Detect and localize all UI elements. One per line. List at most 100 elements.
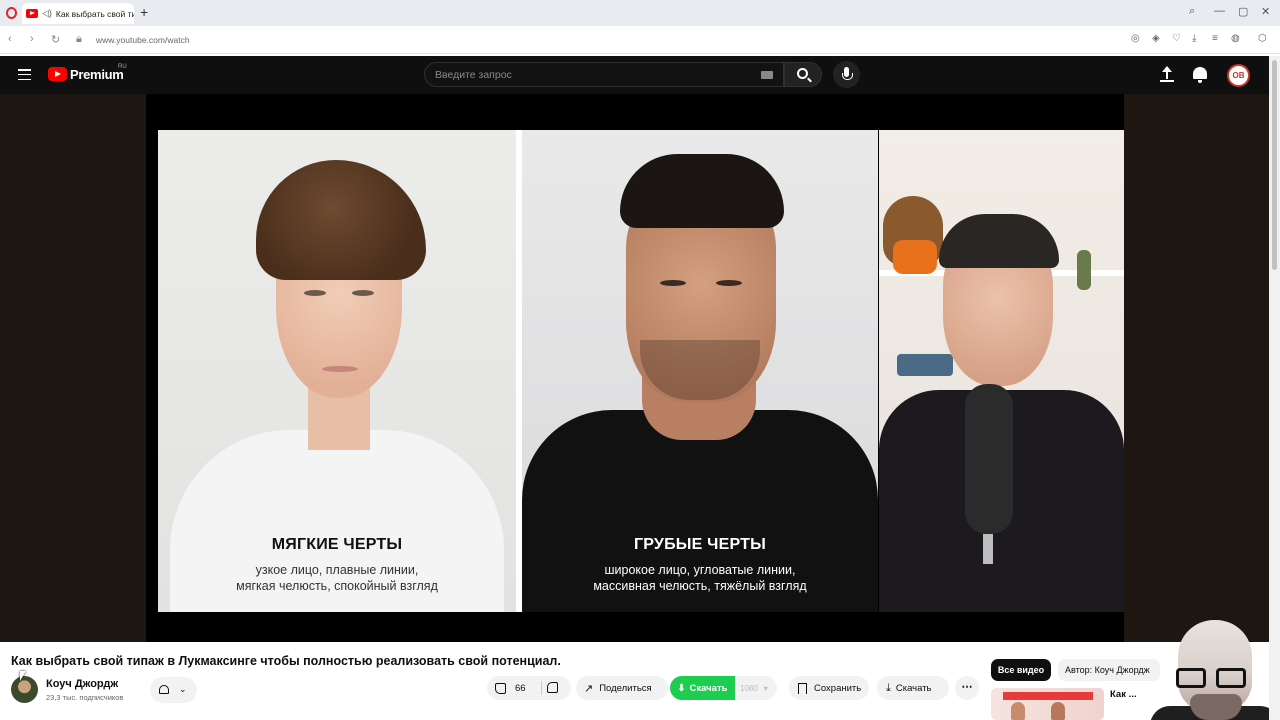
screen: ◁) Как выбрать свой ти + ⌕ — ▢ ✕ ‹ › ↻ 🔒… [0, 0, 1280, 720]
url-field[interactable]: www.youtube.com/watch [96, 35, 190, 45]
thumb-banner [1003, 692, 1093, 700]
youtube-logo-icon[interactable] [48, 67, 67, 81]
youtube-header: Premium RU Введите запрос OB [0, 56, 1269, 94]
right-eye [716, 280, 742, 286]
tab-title: Как выбрать свой ти [55, 8, 134, 19]
thumb-face [1051, 702, 1065, 720]
minimize-icon[interactable]: — [1214, 5, 1225, 17]
browser-tab-active[interactable]: ◁) Как выбрать свой ти [22, 3, 134, 24]
mouse-cursor-icon [20, 671, 26, 681]
download-icon: ⤓ [886, 681, 891, 694]
glasses-icon [1170, 668, 1254, 690]
download-button[interactable]: ⤓ Скачать [877, 676, 949, 700]
youtube-favicon-icon [26, 9, 38, 18]
curly-hair [256, 160, 426, 280]
back-icon[interactable]: ‹ [8, 33, 12, 45]
recommended-title[interactable]: Как ... [1110, 689, 1137, 700]
search-button[interactable] [784, 62, 822, 87]
notifications-icon[interactable] [1193, 67, 1207, 83]
camera-icon[interactable]: ◎ [1131, 33, 1140, 44]
recommended-thumbnail[interactable] [991, 688, 1104, 720]
download-extension-label: Скачать [689, 682, 728, 694]
separator [541, 681, 542, 695]
brand-label[interactable]: Premium [70, 67, 124, 82]
channel-name[interactable]: Коуч Джордж [46, 678, 118, 690]
download-arrow-icon: ⬇ [677, 682, 686, 694]
region-label: RU [118, 64, 127, 70]
new-tab-icon[interactable]: + [140, 5, 148, 19]
search-placeholder: Введите запрос [435, 69, 512, 81]
chip-author[interactable]: Автор: Коуч Джордж [1058, 659, 1160, 681]
menu-icon[interactable]: ≡ [1212, 33, 1218, 44]
share-label: Поделиться [599, 682, 652, 694]
chevron-down-icon: ▾ [763, 683, 768, 693]
search-input[interactable]: Введите запрос [424, 62, 784, 87]
toy-tank [897, 354, 953, 376]
like-dislike-group: 66 [487, 676, 571, 700]
soft-features-panel: МЯГКИЕ ЧЕРТЫ узкое лицо, плавные линии, … [158, 130, 516, 612]
rough-line2: массивная челюсть, тяжёлый взгляд [593, 579, 807, 593]
soft-line1: узкое лицо, плавные линии, [255, 563, 419, 577]
presenter-panel [879, 130, 1124, 612]
chevron-down-icon: ⌄ [179, 684, 187, 694]
speaker-icon[interactable]: ◁) [42, 8, 52, 19]
right-eye [352, 290, 374, 296]
account-avatar[interactable]: OB [1227, 64, 1250, 87]
extensions-icon[interactable]: ⬡ [1258, 33, 1267, 44]
video-frame[interactable]: МЯГКИЕ ЧЕРТЫ узкое лицо, плавные линии, … [146, 94, 1124, 642]
download-icon[interactable]: ⤓ [1192, 33, 1196, 44]
subscription-bell-button[interactable]: ⌄ [150, 677, 197, 703]
close-window-icon[interactable]: ✕ [1261, 5, 1270, 18]
lock-icon: 🔒︎ [76, 33, 82, 45]
dislike-icon[interactable] [547, 682, 558, 693]
short-hair [620, 154, 784, 228]
quality-select[interactable]: 1080 ▾ [735, 676, 777, 700]
heart-icon[interactable]: ♡ [1172, 33, 1181, 44]
profile-icon[interactable]: ◍ [1231, 33, 1240, 44]
keyboard-icon[interactable] [761, 71, 773, 79]
presenter-hair [939, 214, 1059, 268]
forward-icon[interactable]: › [30, 33, 34, 45]
download-label: Скачать [895, 682, 932, 694]
save-label: Сохранить [814, 682, 862, 694]
more-actions-icon[interactable]: ⋯ [955, 676, 979, 700]
video-title: Как выбрать свой типаж в Лукмаксинге что… [11, 654, 561, 668]
webcam-overlay [1150, 612, 1280, 720]
share-icon: ↗ [584, 682, 594, 695]
microphone [965, 384, 1013, 534]
soft-line2: мягкая челюсть, спокойный взгляд [236, 579, 438, 593]
left-eye [304, 290, 326, 296]
upload-icon[interactable] [1159, 66, 1175, 84]
soft-title: МЯГКИЕ ЧЕРТЫ [271, 536, 403, 553]
page-scrollbar[interactable] [1269, 56, 1280, 720]
voice-search-icon[interactable] [833, 61, 860, 88]
like-count[interactable]: 66 [515, 683, 526, 694]
scrollbar-thumb[interactable] [1272, 60, 1277, 270]
like-icon[interactable] [495, 682, 506, 694]
video-player[interactable]: МЯГКИЕ ЧЕРТЫ узкое лицо, плавные линии, … [0, 94, 1269, 642]
rough-title: ГРУБЫЕ ЧЕРТЫ [634, 536, 766, 553]
search-tabs-icon[interactable]: ⌕ [1189, 5, 1195, 18]
address-bar: ‹ › ↻ 🔒︎ www.youtube.com/watch ◎ ◈ ♡ ⤓ ≡… [0, 26, 1280, 54]
rough-features-panel: ГРУБЫЕ ЧЕРТЫ широкое лицо, угловатые лин… [522, 130, 878, 612]
figurine [1077, 250, 1091, 290]
reload-icon[interactable]: ↻ [51, 33, 60, 46]
cam-beard [1190, 694, 1242, 720]
browser-tab-strip: ◁) Как выбрать свой ти + ⌕ — ▢ ✕ [0, 0, 1280, 26]
chip-all-videos[interactable]: Все видео [991, 659, 1051, 681]
share-button[interactable]: ↗ Поделиться [576, 676, 668, 700]
mic-stand [983, 534, 993, 564]
save-button[interactable]: Сохранить [789, 676, 869, 700]
download-extension-button[interactable]: ⬇ Скачать [670, 676, 735, 700]
shield-icon[interactable]: ◈ [1152, 33, 1160, 44]
subscriber-count: 23,3 тыс. подписчиков [46, 693, 124, 702]
plush-body [893, 240, 937, 274]
bell-icon [159, 685, 169, 694]
opera-logo-icon[interactable] [6, 7, 17, 19]
quality-value: 1080 [740, 683, 758, 693]
hamburger-menu-icon[interactable] [18, 69, 31, 81]
left-eye [660, 280, 686, 286]
search-icon [797, 68, 808, 79]
rough-line1: широкое лицо, угловатые линии, [604, 563, 796, 577]
maximize-icon[interactable]: ▢ [1238, 5, 1248, 18]
